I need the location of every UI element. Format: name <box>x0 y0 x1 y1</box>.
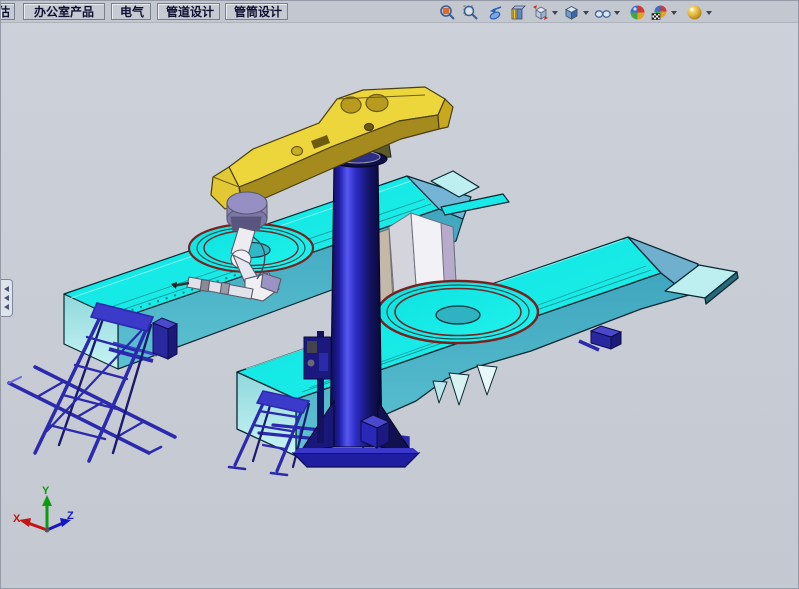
display-style-icon[interactable] <box>563 4 580 21</box>
tab-tubing-design[interactable]: 管筒设计 <box>225 3 288 20</box>
heads-up-view-toolbar <box>439 3 714 21</box>
column-body <box>330 161 382 447</box>
view-settings-icon[interactable] <box>686 4 703 21</box>
apply-scene-icon[interactable] <box>651 4 668 21</box>
tab-piping-design[interactable]: 管道设计 <box>157 3 220 20</box>
view-orientation-icon[interactable] <box>532 4 549 21</box>
zoom-to-area-icon[interactable] <box>462 4 479 21</box>
collapse-arrow-icon <box>4 304 9 310</box>
viewport-3d[interactable]: X Y Z <box>1 1 799 589</box>
view-settings-dropdown[interactable] <box>706 11 712 15</box>
p2-foot-box <box>361 415 389 448</box>
rotation-ring-right[interactable] <box>378 281 538 343</box>
display-style-dropdown[interactable] <box>583 11 589 15</box>
hide-show-items-icon[interactable] <box>594 4 611 21</box>
previous-view-icon[interactable] <box>486 4 503 21</box>
triad-z-label: Z <box>67 510 74 522</box>
section-view-icon[interactable] <box>509 4 526 21</box>
solidworks-window: X Y Z 估 办公室产品 电气 管道设计 管筒设计 <box>0 0 799 589</box>
hide-show-items-dropdown[interactable] <box>614 11 620 15</box>
collapse-arrow-icon <box>4 286 9 292</box>
zoom-to-fit-icon[interactable] <box>439 4 456 21</box>
triad-x-label: X <box>13 513 21 525</box>
command-manager-bar: 估 办公室产品 电气 管道设计 管筒设计 <box>1 1 798 23</box>
feature-panel-collapsed-tab[interactable] <box>1 279 13 317</box>
collapse-arrow-icon <box>4 295 9 301</box>
edit-appearance-icon[interactable] <box>629 4 646 21</box>
triad-y-label: Y <box>42 485 50 497</box>
checker-flag <box>652 13 660 19</box>
column-base <box>293 453 419 467</box>
tab-electrical[interactable]: 电气 <box>111 3 151 20</box>
tab-office-products[interactable]: 办公室产品 <box>23 3 105 20</box>
tab-evaluate-partial[interactable]: 估 <box>1 3 15 20</box>
apply-scene-dropdown[interactable] <box>671 11 677 15</box>
view-orientation-dropdown[interactable] <box>552 11 558 15</box>
